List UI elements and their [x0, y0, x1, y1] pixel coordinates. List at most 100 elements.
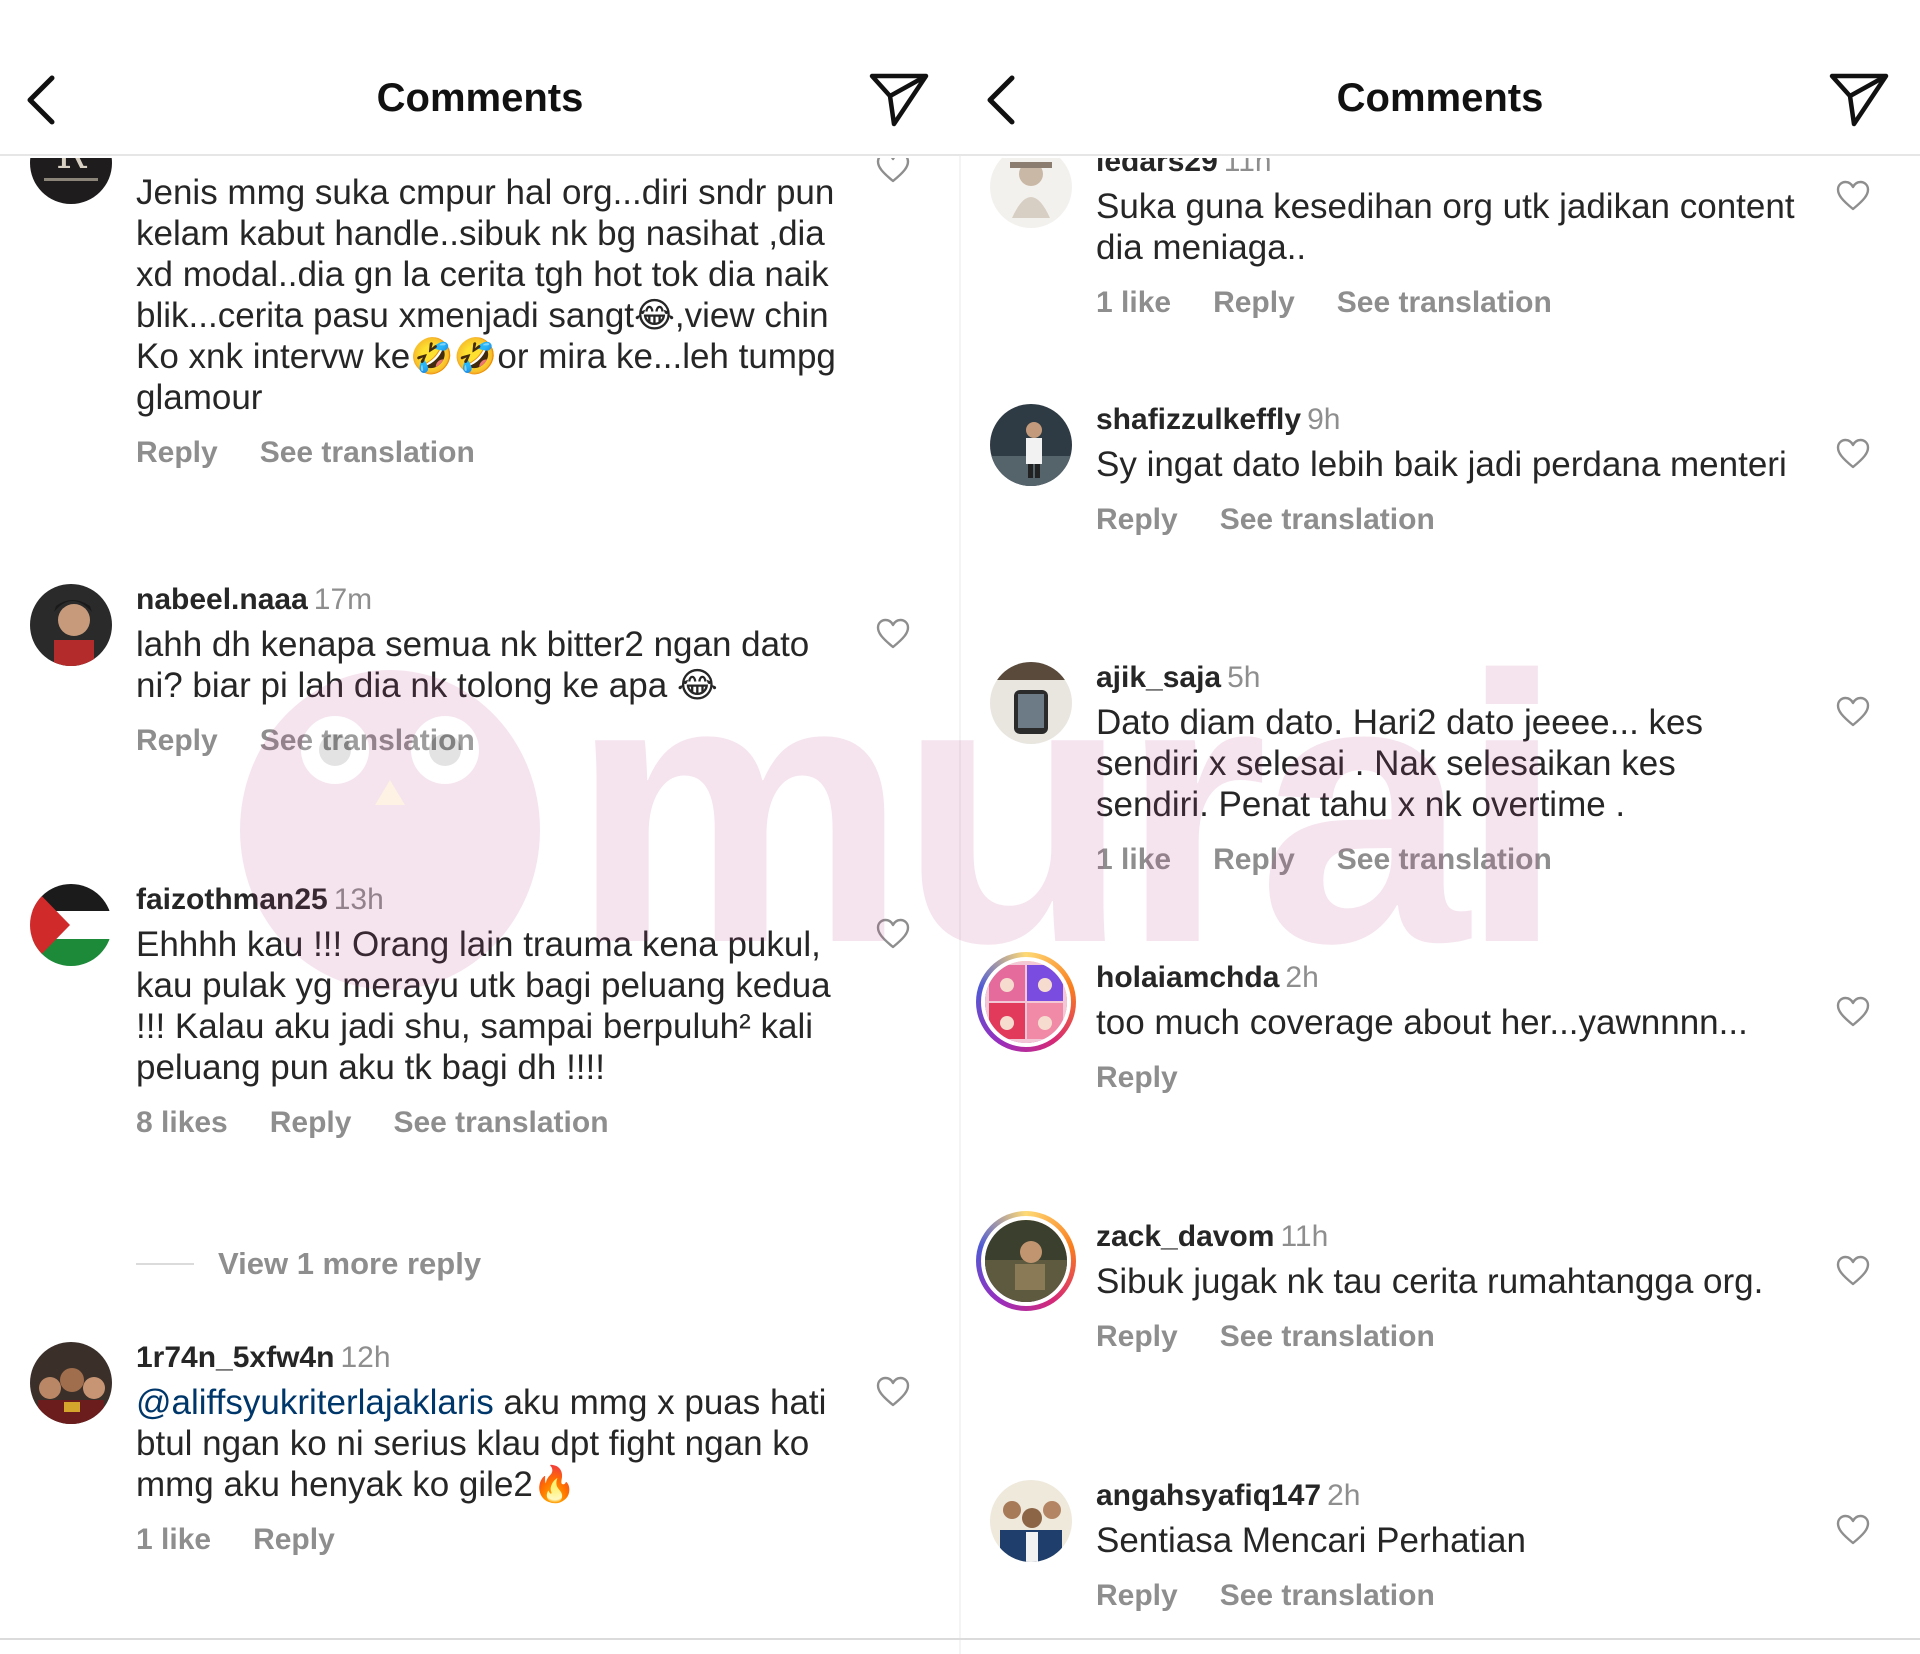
see-translation-button[interactable]: See translation — [1220, 503, 1435, 537]
comment-meta: holaiamchda 2h — [1096, 960, 1796, 996]
see-translation-button[interactable]: See translation — [260, 724, 475, 758]
comment-username[interactable]: faizothman25 — [136, 883, 328, 916]
likes-count[interactable]: 1 like — [136, 1523, 211, 1557]
comment-text: Dato diam dato. Hari2 dato jeeee... kes … — [1096, 703, 1704, 824]
comment-meta: iedars29 11h — [1096, 158, 1796, 180]
avatar[interactable] — [990, 158, 1072, 228]
comment-username[interactable]: holaiamchda — [1096, 961, 1279, 994]
heart-outline-icon[interactable] — [876, 1376, 910, 1408]
avatar[interactable]: R — [30, 158, 112, 204]
comment-actions: 1 like Reply See translation — [1096, 286, 1796, 320]
comment-username[interactable]: 1r74n_5xfw4n — [136, 1341, 334, 1374]
comment-text: Ehhhh kau !!! Orang lain trauma kena puk… — [136, 925, 831, 1087]
comment-time: 5h — [1227, 661, 1261, 694]
comment-actions: Reply See translation — [1096, 1579, 1796, 1613]
comments-panel-right: Comments iedars29 11h Suka guna kesedihan… — [960, 0, 1920, 1654]
see-translation-button[interactable]: See translation — [1220, 1320, 1435, 1354]
comment-actions: Reply — [1096, 1061, 1796, 1095]
comment-username[interactable]: angahsyafiq147 — [1096, 1479, 1321, 1512]
comment-body: nabeel.naaa 17m lahh dh kenapa semua nk b… — [136, 582, 836, 758]
panel-divider — [959, 0, 961, 1654]
comment-time: 9h — [1307, 403, 1341, 436]
avatar[interactable] — [990, 662, 1072, 744]
comment-time: 13h — [333, 883, 384, 916]
comment-body: ajik_saja 5h Dato diam dato. Hari2 dato j… — [1096, 660, 1796, 877]
comment-meta: zack_davom 11h — [1096, 1219, 1796, 1255]
comment-body: holaiamchda 2h too much coverage about he… — [1096, 960, 1796, 1095]
see-translation-button[interactable]: See translation — [393, 1106, 608, 1140]
comment-username[interactable]: iedars29 — [1096, 158, 1218, 178]
comment-body: Jenis mmg suka cmpur hal org...diri sndr… — [136, 166, 836, 470]
reply-button[interactable]: Reply — [136, 436, 218, 470]
avatar-story-ring[interactable] — [976, 952, 1076, 1052]
reply-button[interactable]: Reply — [136, 724, 218, 758]
avatar[interactable] — [30, 884, 112, 966]
comments-list[interactable]: iedars29 11h Suka guna kesedihan org utk … — [960, 158, 1920, 1636]
heart-outline-icon[interactable] — [876, 618, 910, 650]
heart-outline-icon[interactable] — [876, 918, 910, 950]
see-translation-button[interactable]: See translation — [260, 436, 475, 470]
heart-outline-icon[interactable] — [1836, 1514, 1870, 1546]
likes-count[interactable]: 8 likes — [136, 1106, 228, 1140]
avatar[interactable] — [30, 1342, 112, 1424]
reply-button[interactable]: Reply — [1096, 1320, 1178, 1354]
comment-body: iedars29 11h Suka guna kesedihan org utk … — [1096, 158, 1796, 320]
comment-actions: Reply See translation — [1096, 1320, 1796, 1354]
comment-text: lahh dh kenapa semua nk bitter2 ngan dat… — [136, 625, 810, 705]
likes-count[interactable]: 1 like — [1096, 286, 1171, 320]
paper-plane-icon[interactable] — [868, 70, 930, 128]
avatar-story-ring[interactable] — [976, 1211, 1076, 1311]
comment-text: too much coverage about her...yawnnnn... — [1096, 1003, 1748, 1042]
avatar[interactable] — [990, 1480, 1072, 1562]
heart-outline-icon[interactable] — [1836, 438, 1870, 470]
view-more-line — [136, 1263, 194, 1265]
comments-list[interactable]: R Jenis mmg suka cmpur hal org...diri sn… — [0, 158, 960, 1636]
reply-button[interactable]: Reply — [1213, 843, 1295, 877]
comment-actions: 8 likes Reply See translation — [136, 1106, 836, 1140]
heart-outline-icon[interactable] — [1836, 996, 1870, 1028]
avatar[interactable] — [990, 404, 1072, 486]
comment-body: zack_davom 11h Sibuk jugak nk tau cerita … — [1096, 1219, 1796, 1354]
comment-actions: Reply See translation — [136, 436, 836, 470]
reply-button[interactable]: Reply — [1096, 503, 1178, 537]
comment-body: faizothman25 13h Ehhhh kau !!! Orang lain… — [136, 882, 836, 1140]
comment-username[interactable]: ajik_saja — [1096, 661, 1221, 694]
reply-button[interactable]: Reply — [270, 1106, 352, 1140]
comment-text: Jenis mmg suka cmpur hal org...diri sndr… — [136, 173, 836, 417]
comment-time: 17m — [313, 583, 373, 616]
comment-body: angahsyafiq147 2h Sentiasa Mencari Perhat… — [1096, 1478, 1796, 1613]
comment-actions: Reply See translation — [1096, 503, 1796, 537]
comment-body: shafizzulkeffly 9h Sy ingat dato lebih ba… — [1096, 402, 1796, 537]
reply-button[interactable]: Reply — [253, 1523, 335, 1557]
reply-button[interactable]: Reply — [1213, 286, 1295, 320]
likes-count[interactable]: 1 like — [1096, 843, 1171, 877]
comment-meta: nabeel.naaa 17m — [136, 582, 836, 618]
reply-button[interactable]: Reply — [1096, 1579, 1178, 1613]
comment-username[interactable]: nabeel.naaa — [136, 583, 308, 616]
heart-outline-icon[interactable] — [1836, 696, 1870, 728]
avatar[interactable] — [30, 584, 112, 666]
see-translation-button[interactable]: See translation — [1337, 286, 1552, 320]
heart-outline-icon[interactable] — [1836, 1255, 1870, 1287]
comment-username[interactable]: zack_davom — [1096, 1220, 1274, 1253]
comments-panel-left: Comments R Jenis mmg suka cmpur hal org.… — [0, 0, 960, 1654]
see-translation-button[interactable]: See translation — [1337, 843, 1552, 877]
reply-button[interactable]: Reply — [1096, 1061, 1178, 1095]
comment-time: 11h — [1223, 158, 1272, 178]
comment-username[interactable]: shafizzulkeffly — [1096, 403, 1301, 436]
page-title: Comments — [1336, 76, 1544, 120]
comment-actions: 1 like Reply — [136, 1523, 836, 1557]
view-more-replies-button[interactable]: View 1 more reply — [136, 1246, 481, 1282]
comment-text: @aliffsyukriterlajaklaris aku mmg x puas… — [136, 1382, 836, 1505]
comments-header: Comments — [0, 0, 960, 156]
comment-meta: 1r74n_5xfw4n 12h — [136, 1340, 836, 1376]
heart-outline-icon[interactable] — [876, 158, 910, 184]
comment-meta: shafizzulkeffly 9h — [1096, 402, 1796, 438]
comment-meta: faizothman25 13h — [136, 882, 836, 918]
comment-actions: Reply See translation — [136, 724, 836, 758]
comment-text: Sibuk jugak nk tau cerita rumahtangga or… — [1096, 1262, 1764, 1301]
mention-link[interactable]: @aliffsyukriterlajaklaris — [136, 1383, 494, 1422]
see-translation-button[interactable]: See translation — [1220, 1579, 1435, 1613]
paper-plane-icon[interactable] — [1828, 70, 1890, 128]
heart-outline-icon[interactable] — [1836, 180, 1870, 212]
